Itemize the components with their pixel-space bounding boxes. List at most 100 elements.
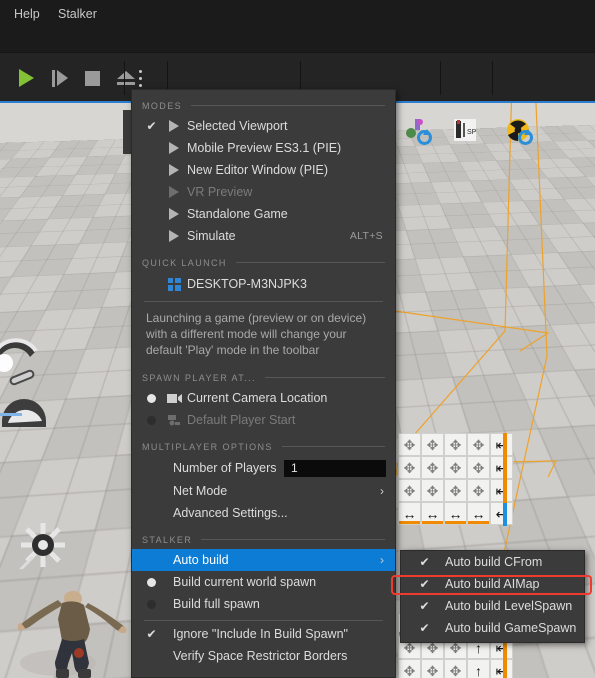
stop-button[interactable]: [76, 59, 109, 97]
camera-icon: [161, 393, 187, 404]
build-icon[interactable]: SP: [452, 117, 478, 143]
stalker-build-full-spawn[interactable]: Build full spawn: [132, 593, 395, 615]
mobile-preview-icon: [161, 142, 187, 154]
quick-launch-desktop[interactable]: DESKTOP-M3NJPK3: [132, 272, 395, 296]
ai-node-orange-edge: [503, 433, 507, 503]
mode-vr-preview: VR Preview: [132, 181, 395, 203]
spot-light-gizmo[interactable]: [0, 391, 54, 431]
auto-build-cfrom[interactable]: ✔ Auto build CFrom: [401, 551, 584, 573]
ai-node: ✥: [421, 659, 444, 678]
advanced-settings-row[interactable]: Advanced Settings...: [132, 502, 395, 524]
auto-build-levelspawn[interactable]: ✔ Auto build LevelSpawn: [401, 595, 584, 617]
cinematics-icon[interactable]: [404, 117, 432, 145]
check-icon: ✔: [419, 577, 430, 591]
ai-node: ✥: [421, 433, 444, 456]
radio-icon: [142, 577, 161, 587]
radio-icon: [142, 415, 161, 425]
settings-icon[interactable]: [505, 117, 533, 145]
play-icon: [19, 69, 34, 87]
mode-standalone-game[interactable]: Standalone Game: [132, 203, 395, 225]
spawn-label: Default Player Start: [187, 413, 296, 427]
section-label: SPAWN PLAYER AT...: [142, 372, 256, 383]
ai-node: ✥: [444, 659, 467, 678]
chevron-right-icon: ›: [380, 484, 384, 498]
ai-node-grid-upper[interactable]: ✥ ✥ ✥ ✥ ⇤ ✥ ✥ ✥ ✥ ⇤ ✥ ✥ ✥ ✥ ⇤ ↔ ↔ ↔ ↔ ↵: [398, 433, 513, 525]
chevron-right-icon: ›: [380, 553, 384, 567]
editor-window: ✥ ✥ ✥ ✥ ⇤ ✥ ✥ ✥ ✥ ⇤ ✥ ✥ ✥ ✥ ⇤ ↔ ↔ ↔ ↔ ↵ …: [0, 0, 595, 678]
light-gizmo[interactable]: [0, 323, 42, 375]
section-label: MULTIPLAYER OPTIONS: [142, 441, 273, 452]
check-icon: ✔: [146, 627, 157, 641]
number-of-players-input[interactable]: 1: [284, 459, 386, 477]
sun-gizmo[interactable]: [15, 521, 67, 575]
ai-node: ↵: [490, 502, 513, 525]
spawn-label: Current Camera Location: [187, 391, 328, 405]
mode-label: Standalone Game: [187, 207, 288, 221]
play-mode-note: Launching a game (preview or on device) …: [146, 311, 367, 357]
kebab-menu-icon: [139, 68, 142, 89]
auto-build-cfrom-label: Auto build CFrom: [445, 555, 543, 569]
play-options-dropdown: MODES ✔ Selected Viewport Mobile Preview…: [131, 89, 396, 678]
stalker-ignore-include-in-build-spawn[interactable]: ✔ Ignore "Include In Build Spawn": [132, 623, 395, 645]
ai-node: ✥: [444, 433, 467, 456]
play-button[interactable]: [10, 59, 43, 97]
section-divider: [191, 105, 385, 106]
mode-shortcut: ALT+S: [349, 230, 383, 242]
auto-build-gamespawn[interactable]: ✔ Auto build GameSpawn: [401, 617, 584, 639]
advanced-settings-label: Advanced Settings...: [173, 506, 288, 520]
ai-node: ⇤: [490, 479, 513, 502]
menu-divider-2: [144, 620, 383, 621]
net-mode-label: Net Mode: [173, 484, 228, 498]
section-modes: MODES: [132, 96, 395, 115]
light-gizmo-pill[interactable]: [8, 368, 39, 389]
ai-node: ⇤: [490, 659, 513, 678]
ai-node: ✥: [421, 479, 444, 502]
ai-node: ↔: [444, 502, 467, 525]
mode-simulate[interactable]: Simulate ALT+S: [132, 225, 395, 247]
simulate-icon: [161, 230, 187, 242]
radio-icon: [142, 393, 161, 403]
verify-borders-label: Verify Space Restrictor Borders: [173, 649, 348, 663]
player-start-icon: [161, 414, 187, 426]
stalker-character[interactable]: [16, 581, 128, 678]
section-divider: [264, 377, 385, 378]
section-label: QUICK LAUNCH: [142, 257, 227, 268]
auto-build-label: Auto build: [173, 553, 229, 567]
section-divider: [235, 262, 385, 263]
play-triangle-icon: [161, 120, 187, 132]
section-label: MODES: [142, 100, 183, 111]
ai-node: ✥: [398, 456, 421, 479]
ai-node: ✥: [467, 479, 490, 502]
mode-new-editor-window[interactable]: New Editor Window (PIE): [132, 159, 395, 181]
mode-selected-viewport[interactable]: ✔ Selected Viewport: [132, 115, 395, 137]
auto-build-levelspawn-label: Auto build LevelSpawn: [445, 599, 573, 613]
number-of-players-row[interactable]: Number of Players 1: [132, 456, 395, 480]
ai-node: ✥: [444, 479, 467, 502]
check-icon: ✔: [146, 119, 157, 133]
net-mode-row[interactable]: Net Mode ›: [132, 480, 395, 502]
step-button[interactable]: [43, 59, 76, 97]
ai-node: ⇤: [490, 456, 513, 479]
menu-divider-1: [144, 301, 383, 302]
menu-stalker[interactable]: Stalker: [52, 4, 103, 24]
windows-logo-icon: [161, 277, 187, 291]
stalker-build-current-world-spawn[interactable]: Build current world spawn: [132, 571, 395, 593]
auto-build-submenu: ✔ Auto build CFrom ✔ Auto build AIMap ✔ …: [400, 550, 585, 643]
ai-node: ✥: [421, 456, 444, 479]
standalone-game-icon: [161, 208, 187, 220]
spawn-current-camera-location[interactable]: Current Camera Location: [132, 387, 395, 409]
vr-preview-icon: [161, 186, 187, 198]
ai-node: ✥: [444, 456, 467, 479]
build-current-world-spawn-label: Build current world spawn: [173, 575, 317, 589]
stalker-auto-build[interactable]: Auto build ›: [132, 549, 395, 571]
toolbar-separator-4: [440, 61, 441, 95]
ai-node-blue-edge: [503, 503, 507, 526]
menu-help[interactable]: Help: [8, 4, 46, 24]
svg-text:SP: SP: [467, 129, 477, 136]
stalker-verify-space-restrictor-borders[interactable]: Verify Space Restrictor Borders: [132, 645, 395, 667]
section-spawn-player: SPAWN PLAYER AT...: [132, 368, 395, 387]
mode-mobile-preview[interactable]: Mobile Preview ES3.1 (PIE): [132, 137, 395, 159]
auto-build-aimap[interactable]: ✔ Auto build AIMap: [401, 573, 584, 595]
check-icon: ✔: [419, 621, 430, 635]
ai-node: ✥: [467, 456, 490, 479]
